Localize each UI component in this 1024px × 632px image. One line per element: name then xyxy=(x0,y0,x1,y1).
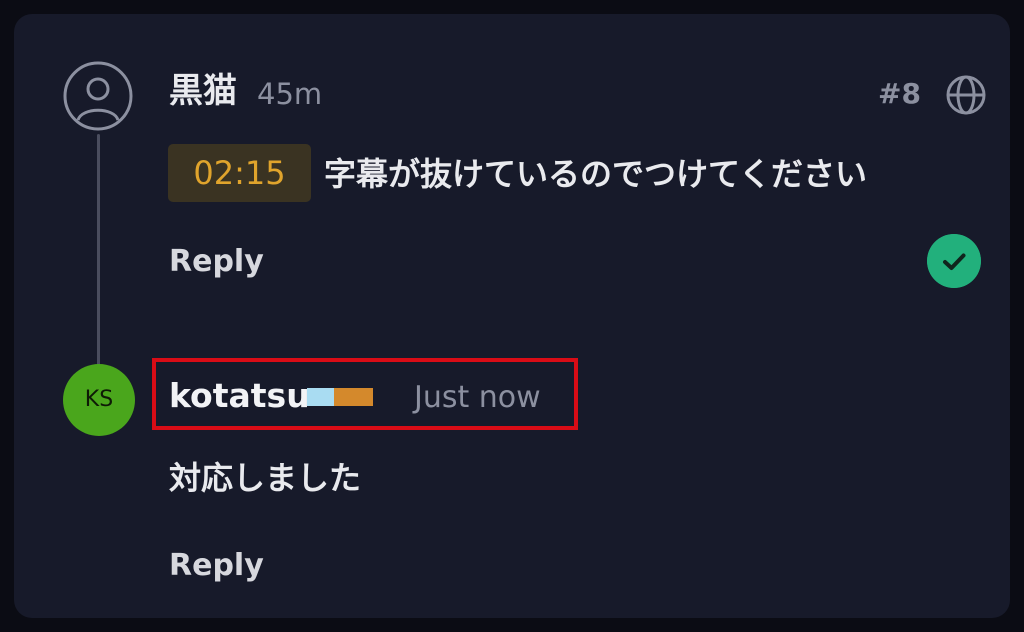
comment-thread-card: 黒猫 45m #8 02:15 字幕が抜けているのでつけてください Reply … xyxy=(14,14,1010,618)
badge-segment xyxy=(307,388,334,406)
comment-text: 対応しました xyxy=(169,459,362,497)
globe-icon[interactable] xyxy=(945,74,987,116)
reply-button[interactable]: Reply xyxy=(169,242,264,282)
comment-time: 45m xyxy=(257,77,323,111)
thread-line xyxy=(97,134,100,372)
reply-button[interactable]: Reply xyxy=(169,546,264,586)
avatar: KS xyxy=(63,364,135,436)
check-circle-icon[interactable] xyxy=(927,234,981,288)
timestamp-chip[interactable]: 02:15 xyxy=(168,144,311,202)
user-badge xyxy=(307,388,373,406)
user-circle-icon xyxy=(63,61,133,131)
comment-author: kotatsu xyxy=(169,376,310,415)
badge-segment xyxy=(334,388,373,406)
comment-time: Just now xyxy=(414,380,541,415)
comment-author: 黒猫 xyxy=(169,71,237,111)
comment-number: #8 xyxy=(878,77,921,110)
comment-text: 字幕が抜けているのでつけてください xyxy=(324,155,868,193)
